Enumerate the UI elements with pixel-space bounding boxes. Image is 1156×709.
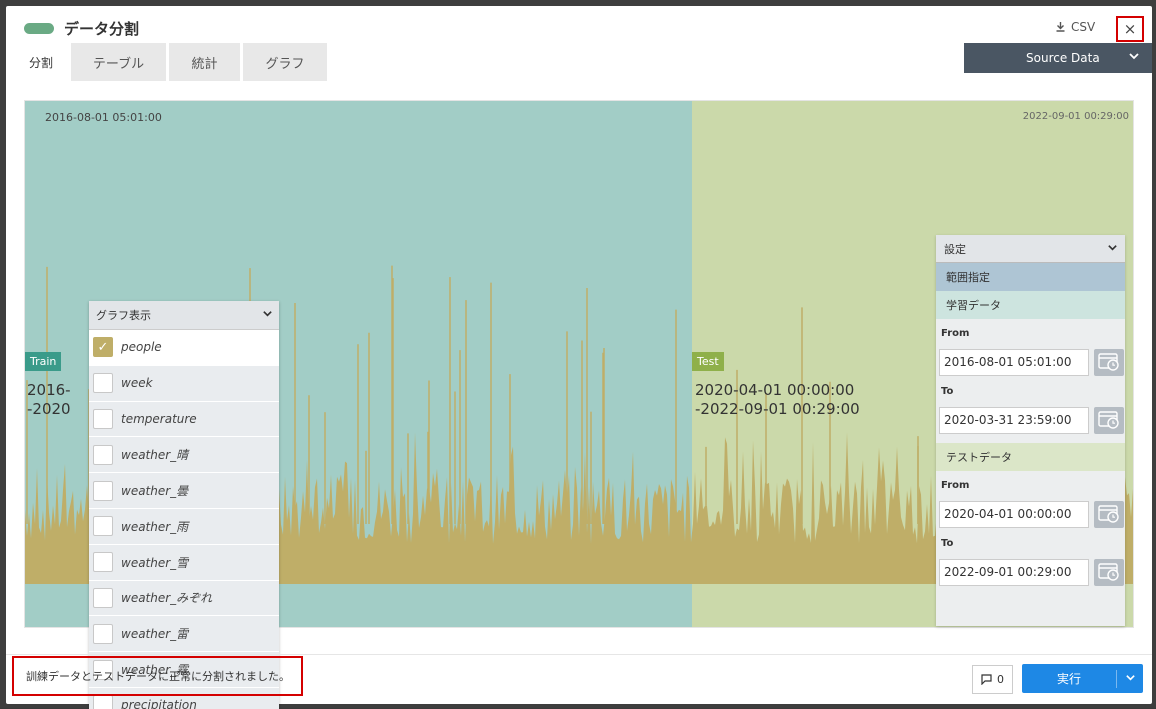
graph-variable-item[interactable]: weather_雷	[89, 616, 279, 653]
chart-end-date: 2022-09-01 00:29:00	[1022, 111, 1129, 122]
dialog-title: データ分割	[64, 20, 140, 38]
checkbox[interactable]	[93, 516, 113, 537]
graph-display-dropdown[interactable]: グラフ表示	[89, 301, 279, 330]
tab-graph[interactable]: グラフ	[243, 43, 327, 81]
calendar-clock-icon	[1098, 353, 1119, 371]
comment-icon	[981, 674, 992, 685]
graph-display-panel: グラフ表示 ✓ people week temperature weather_晴wea…	[89, 301, 279, 709]
run-button[interactable]: 実行	[1022, 664, 1143, 693]
tab-bar: 分割 テーブル 統計 グラフ	[14, 43, 330, 81]
train-to-input[interactable]: 2020-03-31 23:59:00	[939, 406, 1089, 434]
test-data-section: テストデータ	[936, 443, 1125, 471]
graph-variable-label: people	[121, 340, 162, 355]
status-message: 訓練データとテストデータに正常に分割されました。	[12, 656, 303, 696]
test-range-text: 2020-04-01 00:00:00 -2022-09-01 00:29:00	[695, 381, 860, 419]
csv-label: CSV	[1071, 20, 1096, 34]
settings-title: 設定	[944, 242, 966, 256]
graph-variable-item[interactable]: temperature	[89, 401, 279, 438]
train-range-end: -2020	[27, 400, 71, 418]
checkbox[interactable]	[93, 552, 113, 573]
tab-split[interactable]: 分割	[14, 43, 68, 81]
footer-divider	[6, 654, 1152, 655]
source-data-label: Source Data	[1026, 51, 1100, 65]
close-button[interactable]: ×	[1116, 16, 1144, 42]
graph-variable-item[interactable]: weather_雨	[89, 508, 279, 545]
checkbox[interactable]	[93, 408, 113, 429]
checkbox[interactable]	[93, 623, 113, 644]
graph-variable-label: weather_雷	[121, 627, 189, 642]
graph-variable-item[interactable]: weather_曇	[89, 473, 279, 509]
csv-download-button[interactable]: CSV	[1056, 20, 1095, 34]
graph-display-title: グラフ表示	[96, 309, 151, 322]
graph-variable-label: temperature	[121, 411, 197, 426]
chevron-down-icon	[1107, 242, 1118, 256]
train-to-label: To	[941, 385, 954, 397]
graph-variable-label: weather_晴	[121, 448, 189, 463]
split-chart[interactable]: 2016-08-01 05:01:00 2022-09-01 00:29:00 …	[24, 100, 1134, 709]
test-tag: Test	[692, 352, 724, 371]
graph-variable-item[interactable]: weather_雪	[89, 544, 279, 581]
test-from-label: From	[941, 479, 970, 491]
graph-variable-label: weather_曇	[121, 484, 189, 499]
train-range-text: 2016- -2020	[27, 381, 71, 419]
graph-variable-label: weather_雪	[121, 555, 189, 570]
train-to-calendar-button[interactable]	[1094, 406, 1124, 434]
graph-variable-item[interactable]: weather_晴	[89, 437, 279, 474]
checkbox[interactable]	[93, 444, 113, 465]
checkbox[interactable]: ✓	[93, 337, 113, 358]
tab-table[interactable]: テーブル	[71, 43, 166, 81]
train-data-section: 学習データ	[936, 291, 1125, 319]
test-from-calendar-button[interactable]	[1094, 500, 1124, 528]
chart-start-date: 2016-08-01 05:01:00	[45, 111, 162, 124]
train-from-label: From	[941, 327, 970, 339]
graph-variable-label: weather_雨	[121, 519, 189, 534]
test-from-input[interactable]: 2020-04-01 00:00:00	[939, 500, 1089, 528]
graph-variable-label: weather_みぞれ	[121, 591, 213, 606]
test-to-input[interactable]: 2022-09-01 00:29:00	[939, 558, 1089, 586]
graph-variable-item[interactable]: weather_みぞれ	[89, 580, 279, 617]
test-to-label: To	[941, 537, 954, 549]
download-icon	[1056, 22, 1065, 32]
comment-count: 0	[997, 673, 1004, 686]
train-from-input[interactable]: 2016-08-01 05:01:00	[939, 348, 1089, 376]
chevron-down-icon[interactable]	[1117, 672, 1143, 686]
graph-variable-list: ✓ people week temperature weather_晴 weather_曇…	[89, 330, 279, 709]
test-to-calendar-button[interactable]	[1094, 558, 1124, 586]
status-pill-icon	[24, 23, 54, 34]
train-from-calendar-button[interactable]	[1094, 348, 1124, 376]
settings-panel: 設定 範囲指定 学習データ From 2016-08-01 05:01:00 T…	[936, 235, 1125, 626]
train-tag: Train	[25, 352, 62, 371]
test-range-end: -2022-09-01 00:29:00	[695, 400, 860, 418]
chevron-down-icon	[262, 308, 273, 322]
checkbox[interactable]	[93, 480, 113, 501]
checkbox[interactable]	[93, 587, 113, 608]
calendar-clock-icon	[1098, 411, 1119, 429]
checkbox[interactable]	[93, 373, 113, 394]
source-data-select[interactable]: Source Data	[964, 43, 1152, 73]
test-range-start: 2020-04-01 00:00:00	[695, 381, 855, 399]
checkbox[interactable]	[93, 695, 113, 709]
close-icon: ×	[1123, 20, 1137, 38]
calendar-clock-icon	[1098, 505, 1119, 523]
range-specify-option[interactable]: 範囲指定	[936, 263, 1125, 291]
comment-button[interactable]: 0	[972, 665, 1013, 694]
run-label: 実行	[1056, 672, 1081, 686]
graph-variable-label: precipitation	[121, 698, 197, 709]
train-range-start: 2016-	[27, 381, 71, 399]
calendar-clock-icon	[1098, 563, 1119, 581]
data-split-dialog: データ分割 CSV × 分割 テーブル 統計 グラフ Source Data 2…	[6, 6, 1152, 709]
graph-variable-item[interactable]: week	[89, 365, 279, 402]
settings-dropdown[interactable]: 設定	[936, 235, 1125, 263]
graph-variable-item[interactable]: ✓ people	[89, 330, 279, 366]
graph-variable-label: week	[121, 376, 153, 391]
tab-statistics[interactable]: 統計	[169, 43, 240, 81]
chevron-down-icon	[1128, 50, 1140, 65]
